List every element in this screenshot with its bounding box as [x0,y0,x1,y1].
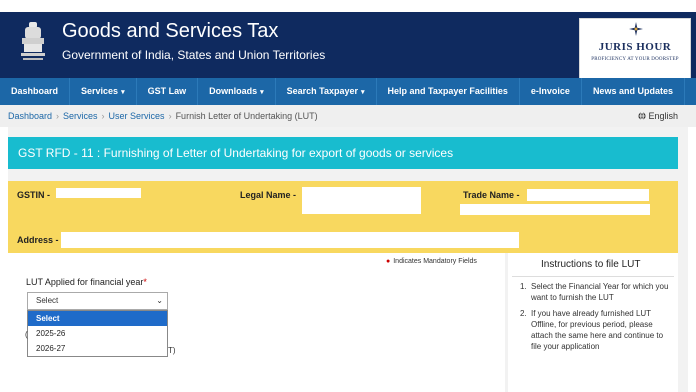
address-label: Address - [17,235,59,245]
legal-name-label: Legal Name - [240,190,297,200]
chevron-down-icon: ⌄ [156,296,163,305]
breadcrumb: Dashboard › Services › User Services › Furnish… [8,111,318,121]
nav-downloads[interactable]: Downloads ▾ [198,78,276,105]
form-banner: GST RFD - 11 : Furnishing of Letter of U… [8,137,678,169]
language-selector[interactable]: English [638,111,678,121]
nav-help[interactable]: Help and Taxpayer Facilities [377,78,520,105]
national-emblem-icon [21,22,45,60]
required-dot-icon: ● [386,258,391,265]
breadcrumb-bar: Dashboard › Services › User Services › Furnish… [0,105,696,127]
top-strip [0,0,696,12]
language-label: English [648,111,678,121]
lut-year-dropdown: Select 2025-26 2026-27 [27,310,168,357]
breadcrumb-services[interactable]: Services [63,111,98,121]
nav-news[interactable]: News and Updates [582,78,685,105]
nav-e-invoice[interactable]: e-Invoice [520,78,582,105]
instructions-divider [512,276,674,277]
logo-name: JURIS HOUR [598,41,672,53]
main-nav: Dashboard Services ▾ GST Law Downloads ▾ S… [0,78,696,105]
breadcrumb-dashboard[interactable]: Dashboard [8,111,52,121]
globe-icon [638,112,647,120]
caret-down-icon: ▾ [361,89,365,96]
instruction-item: 1. Select the Financial Year for which yo… [520,282,669,302]
lut-year-select[interactable]: Select ⌄ [27,292,168,310]
trade-name-label: Trade Name - [463,190,520,200]
nav-gst-law[interactable]: GST Law [137,78,199,105]
breadcrumb-user-services[interactable]: User Services [109,111,165,121]
instructions-title: Instructions to file LUT [541,259,641,270]
mandatory-note: ● Indicates Mandatory Fields [386,258,477,265]
site-subtitle: Government of India, States and Union Te… [62,48,326,62]
logo-tagline: PROFICIENCY AT YOUR DOORSTEP [591,57,679,62]
nav-search-taxpayer[interactable]: Search Taxpayer ▾ [276,78,377,105]
instruction-item: 2. If you have already furnished LUT Offl… [520,309,664,351]
option-2026-27[interactable]: 2026-27 [28,341,167,356]
select-value: Select [36,296,59,305]
trade-name-value-2 [460,204,650,215]
option-select[interactable]: Select [28,311,167,326]
nav-dashboard[interactable]: Dashboard [0,78,71,105]
gstin-value [56,188,141,198]
site-title: Goods and Services Tax [62,20,279,42]
sparkle-icon [629,22,643,36]
trade-name-value-1 [527,189,649,201]
option-2025-26[interactable]: 2025-26 [28,326,167,341]
site-header: Goods and Services Tax Government of Ind… [0,12,696,80]
gstin-label: GSTIN - [17,190,50,200]
address-value [61,232,519,248]
breadcrumb-current: Furnish Letter of Undertaking (LUT) [175,111,318,121]
app-frame: Goods and Services Tax Government of Ind… [0,0,696,392]
caret-down-icon: ▾ [260,89,264,96]
breadcrumb-separator: › [101,111,105,121]
nav-services[interactable]: Services ▾ [70,78,137,105]
juris-hour-logo: JURIS HOUR PROFICIENCY AT YOUR DOORSTEP [579,18,691,80]
instructions-list: 1. Select the Financial Year for which yo… [520,281,671,357]
lut-year-label: LUT Applied for financial year* [26,277,147,287]
breadcrumb-separator: › [168,111,172,121]
breadcrumb-separator: › [56,111,60,121]
legal-name-value [302,187,421,214]
obscured-text-left: ( [25,330,28,339]
caret-down-icon: ▾ [121,89,125,96]
obscured-text-right: T) [168,346,176,355]
